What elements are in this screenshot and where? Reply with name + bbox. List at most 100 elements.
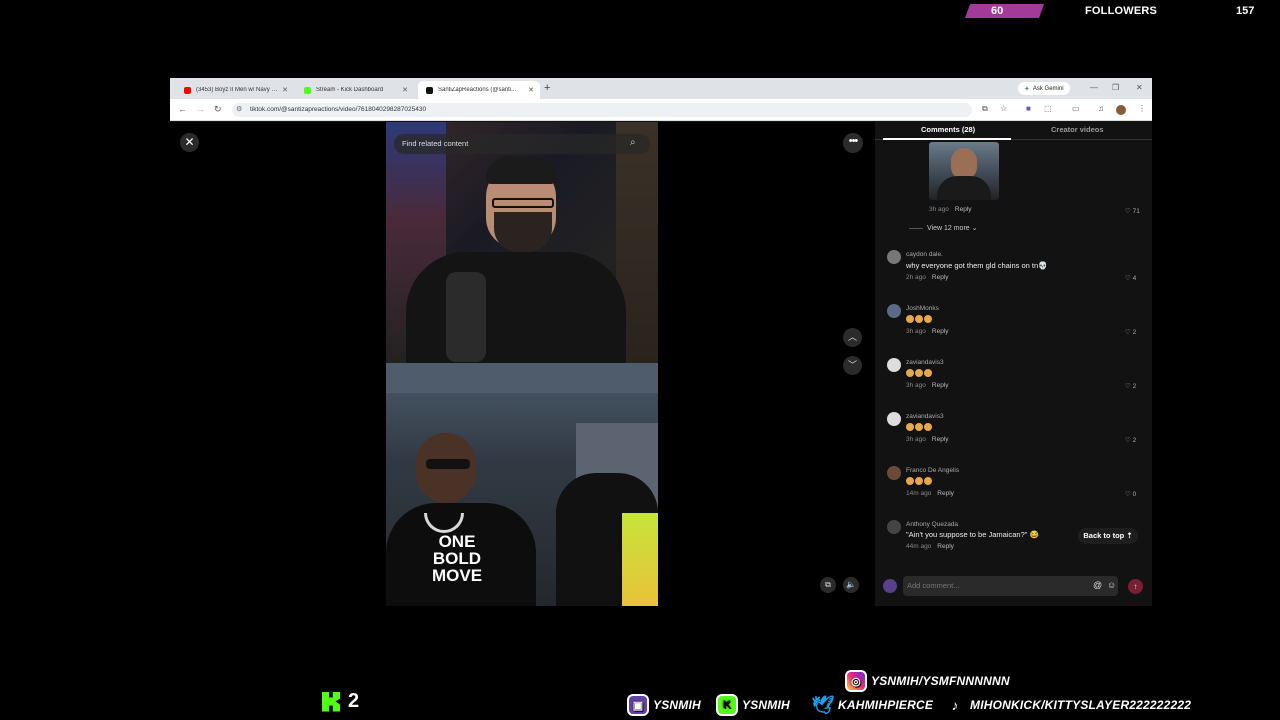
view-more-replies[interactable]: View 12 more ⌄ — [909, 224, 978, 232]
comment-username[interactable]: Anthony Quezada — [906, 521, 958, 528]
search-icon[interactable]: ⌕ — [630, 137, 636, 148]
reply-button[interactable]: Reply — [932, 274, 949, 281]
reply-button[interactable]: Reply — [937, 490, 954, 497]
comment-time: 14m ago — [906, 490, 932, 497]
yellow-graphic — [622, 513, 658, 606]
tab-kick-dashboard[interactable]: Stream - Kick Dashboard ✕ — [296, 81, 414, 99]
emoji-picker-icon[interactable]: ☺ — [1107, 580, 1116, 590]
comment-text: why everyone got them gld chains on tn💀 — [906, 261, 1048, 270]
comment-emojis — [906, 476, 933, 486]
like-number: 2 — [1132, 383, 1137, 390]
url-field[interactable]: tiktok.com/@santizapreactions/video/7618… — [232, 103, 972, 117]
bookmark-star-icon[interactable]: ☆ — [1000, 104, 1007, 113]
like-count[interactable]: ♡ 2 — [1125, 328, 1136, 336]
comment-username[interactable]: JoshMonks — [906, 305, 939, 312]
menu-kebab-icon[interactable]: ⋮ — [1138, 104, 1146, 113]
volume-icon[interactable]: 🔈 — [843, 577, 859, 593]
twitch-icon: ▣ — [627, 694, 649, 716]
comment-time: 3h ago — [906, 382, 926, 389]
close-video-button[interactable]: ✕ — [180, 133, 199, 152]
media-icon[interactable]: ♫ — [1098, 104, 1104, 113]
comment-username[interactable]: zaviandavis3 — [906, 359, 944, 366]
comment-meta: 44m ago Reply — [906, 543, 954, 550]
side-panel-icon[interactable]: ▭ — [1072, 104, 1080, 113]
reply-button[interactable]: Reply — [955, 206, 972, 213]
like-count[interactable]: ♡ 2 — [1125, 382, 1136, 390]
maximize-icon[interactable]: ❐ — [1112, 83, 1119, 92]
close-tab-icon[interactable]: ✕ — [282, 86, 288, 94]
previous-video-button[interactable]: ︿ — [843, 328, 862, 347]
comment-meta: 3h ago Reply — [906, 328, 949, 335]
like-count[interactable]: ♡ 0 — [1125, 490, 1136, 498]
divider-line — [909, 227, 923, 229]
more-options-button[interactable]: ••• — [843, 133, 863, 153]
tab-comments[interactable]: Comments (28) — [921, 125, 975, 134]
social-instagram: ◎ YSNMIH/YSMFNNNNNN — [845, 670, 1010, 692]
tab-title: SantiZapReactions (@santi... — [438, 87, 517, 93]
comment-emojis — [906, 314, 933, 324]
avatar[interactable] — [887, 412, 901, 426]
avatar[interactable] — [887, 358, 901, 372]
kick-icon: K — [716, 694, 738, 716]
forward-icon[interactable]: → — [196, 104, 205, 114]
comment-username[interactable]: zaviandavis3 — [906, 413, 944, 420]
emoji-icon — [906, 315, 914, 324]
reload-icon[interactable]: ↻ — [214, 104, 222, 115]
tab-youtube[interactable]: (3453) Boyz II Men w/ Navy Gr... ✕ — [176, 81, 294, 99]
like-number: 2 — [1132, 437, 1137, 444]
avatar[interactable] — [887, 466, 901, 480]
add-comment-input[interactable] — [903, 576, 1118, 596]
like-count[interactable]: ♡ 71 — [1125, 207, 1140, 215]
follower-goal-bar: 60 FOLLOWERS — [965, 4, 1160, 18]
emoji-icon — [924, 315, 932, 324]
social-twitch: ▣ YSNMIH — [627, 694, 701, 716]
follower-goal-label: FOLLOWERS — [1085, 5, 1158, 17]
instagram-icon: ◎ — [845, 670, 867, 692]
comment-time: 3h ago — [906, 328, 926, 335]
emoji-icon — [915, 369, 923, 378]
video-player[interactable]: ONE BOLD MOVE — [386, 122, 658, 606]
related-search-input[interactable]: Find related content — [394, 134, 650, 154]
comment-username[interactable]: caydon dale. — [906, 251, 943, 258]
like-number: 4 — [1132, 275, 1137, 282]
avatar[interactable] — [887, 304, 901, 318]
reply-button[interactable]: Reply — [932, 328, 949, 335]
avatar[interactable] — [887, 520, 901, 534]
next-video-button[interactable]: ﹀ — [843, 356, 862, 375]
extensions-puzzle-icon[interactable]: ⬚ — [1044, 104, 1052, 113]
ask-gemini-button[interactable]: ✦ Ask Gemini — [1018, 82, 1070, 95]
comment-username[interactable]: Franco De Angelis — [906, 467, 959, 474]
like-count[interactable]: ♡ 2 — [1125, 436, 1136, 444]
browser-window: (3453) Boyz II Men w/ Navy Gr... ✕ Strea… — [170, 78, 1152, 606]
reply-button[interactable]: Reply — [932, 382, 949, 389]
extension-icon[interactable]: ■ — [1026, 104, 1031, 113]
close-tab-icon[interactable]: ✕ — [402, 86, 408, 94]
send-comment-button[interactable]: ↑ — [1128, 579, 1143, 594]
back-icon[interactable]: ← — [178, 104, 187, 114]
close-window-icon[interactable]: ✕ — [1136, 83, 1143, 92]
like-count[interactable]: ♡ 4 — [1125, 274, 1136, 282]
tiktok-page: ONE BOLD MOVE ✕ Find related content ⌕ •… — [170, 122, 1152, 606]
avatar[interactable] — [887, 250, 901, 264]
picture-in-picture-icon[interactable]: ⧉ — [820, 577, 836, 593]
mention-icon[interactable]: @ — [1093, 580, 1102, 590]
profile-avatar[interactable] — [1116, 105, 1126, 115]
shirt-text: ONE BOLD MOVE — [431, 532, 483, 585]
minimize-icon[interactable]: — — [1090, 83, 1098, 92]
close-tab-icon[interactable]: ✕ — [528, 86, 534, 94]
comment-image-thumbnail[interactable] — [929, 142, 999, 200]
video-stage: ONE BOLD MOVE ✕ Find related content ⌕ •… — [170, 122, 875, 606]
install-app-icon[interactable]: ⧉ — [982, 104, 988, 114]
site-info-icon[interactable]: ⚙ — [236, 105, 242, 113]
back-to-top-button[interactable]: Back to top ⇡ — [1078, 528, 1138, 544]
reply-button[interactable]: Reply — [932, 436, 949, 443]
reply-button[interactable]: Reply — [937, 543, 954, 550]
emoji-icon — [915, 315, 923, 324]
streamer-shirt — [406, 252, 626, 363]
microphone — [446, 272, 486, 362]
comment-emojis — [906, 422, 933, 432]
new-tab-icon[interactable]: + — [544, 82, 550, 94]
follower-goal-target: 157 — [1236, 5, 1255, 17]
tab-creator-videos[interactable]: Creator videos — [1051, 125, 1104, 134]
tab-tiktok[interactable]: SantiZapReactions (@santi... ✕ — [418, 81, 540, 99]
